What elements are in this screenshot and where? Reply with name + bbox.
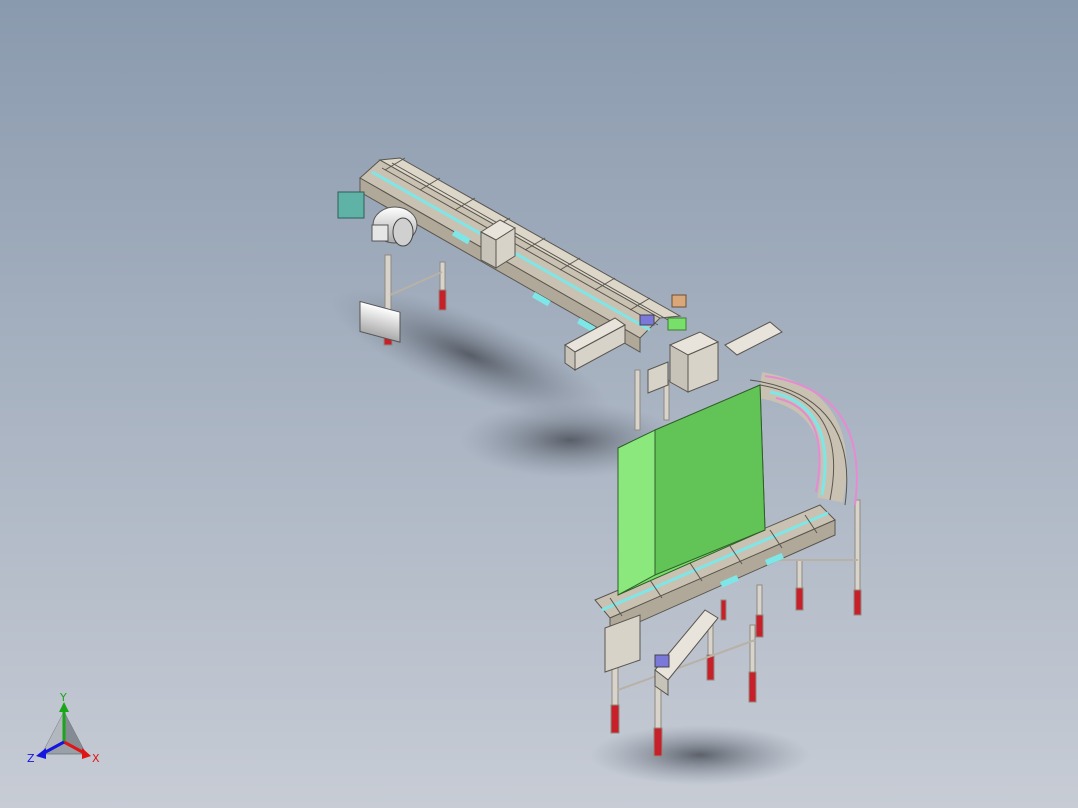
curved-conveyor-section	[749, 372, 858, 506]
z-axis-label: Z	[27, 752, 35, 765]
y-axis-label: Y	[59, 692, 67, 704]
cad-graphics-viewport[interactable]: Y X Z	[0, 0, 1078, 808]
conveyor-assembly-model[interactable]	[0, 0, 1078, 808]
x-axis-label: X	[92, 752, 100, 765]
orientation-triad[interactable]: Y X Z	[22, 692, 112, 772]
